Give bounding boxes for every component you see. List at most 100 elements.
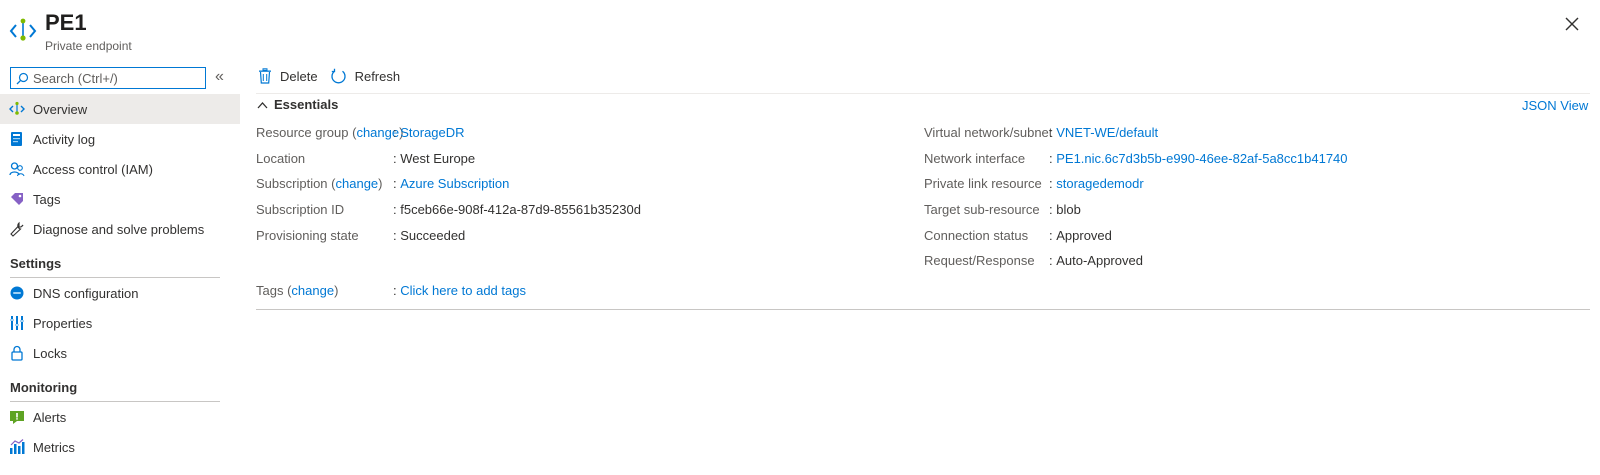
sidebar-item-locks[interactable]: Locks: [0, 338, 240, 368]
prop-label: Subscription ID: [256, 202, 345, 217]
colon: :: [393, 125, 401, 140]
colon: :: [393, 228, 401, 243]
sidebar-item-label: Overview: [33, 101, 88, 117]
prop-label: Network interface: [924, 151, 1026, 166]
subscription-link[interactable]: Azure Subscription: [400, 176, 509, 191]
change-paren-open: (: [348, 125, 357, 140]
network-interface-link[interactable]: PE1.nic.6c7d3b5b-e990-46ee-82af-5a8cc1b4…: [1056, 151, 1347, 166]
request-response-value: Auto-Approved: [1056, 253, 1143, 268]
change-paren-open: (: [283, 283, 292, 298]
resource-group-link[interactable]: StorageDR: [400, 125, 464, 140]
sidebar-item-label: Locks: [33, 345, 67, 361]
colon: :: [393, 283, 401, 298]
blade-header: PE1 Private endpoint: [0, 0, 1600, 60]
collapse-sidebar-icon[interactable]: «: [215, 68, 224, 86]
colon: :: [1049, 176, 1057, 191]
delete-button[interactable]: Delete: [258, 68, 318, 84]
refresh-label: Refresh: [354, 68, 401, 84]
change-paren-open: (: [327, 176, 336, 191]
colon: :: [1049, 253, 1057, 268]
command-bar: Delete Refresh: [258, 64, 412, 88]
sidebar-item-label: Activity log: [33, 131, 96, 147]
page-title: PE1: [45, 10, 87, 35]
sidebar-item-access-control[interactable]: Access control (IAM): [0, 154, 240, 184]
colon: :: [393, 151, 401, 166]
json-view-link[interactable]: JSON View: [1522, 98, 1588, 113]
change-subscription-link[interactable]: change: [336, 176, 379, 191]
search-input[interactable]: [33, 70, 203, 86]
subscription-id-value: f5ceb66e-908f-412a-87d9-85561b35230d: [400, 202, 641, 217]
dns-icon: [9, 285, 25, 301]
search-box[interactable]: [10, 67, 206, 89]
prop-value-target-sub-resource: : blob: [1049, 202, 1081, 217]
connection-status-value: Approved: [1056, 228, 1112, 243]
prop-virtual-network: Virtual network/subnet: [924, 125, 1052, 140]
properties-icon: [9, 315, 25, 331]
sidebar-item-dns-configuration[interactable]: DNS configuration: [0, 278, 240, 308]
prop-tags: Tags (change): [256, 283, 338, 298]
change-paren-close: ): [378, 176, 383, 191]
prop-label: Resource group: [256, 125, 349, 140]
access-control-icon: [9, 161, 25, 177]
prop-value-subscription-id: : f5ceb66e-908f-412a-87d9-85561b35230d: [393, 202, 641, 217]
toolbar-divider: [256, 93, 1590, 94]
colon: :: [1049, 202, 1057, 217]
prop-value-virtual-network: : VNET-WE/default: [1049, 125, 1158, 140]
prop-label: Location: [256, 151, 306, 166]
prop-value-request-response: : Auto-Approved: [1049, 253, 1143, 268]
sidebar-item-overview[interactable]: Overview: [0, 94, 240, 124]
prop-request-response: Request/Response: [924, 253, 1035, 268]
prop-value-location: : West Europe: [393, 151, 475, 166]
colon: :: [393, 176, 401, 191]
prop-value-private-link-resource: : storagedemodr: [1049, 176, 1144, 191]
sidebar-item-properties[interactable]: Properties: [0, 308, 240, 338]
overview-icon: [9, 101, 25, 117]
essentials-toggle[interactable]: Essentials: [257, 97, 338, 112]
close-icon[interactable]: [1562, 14, 1582, 34]
section-heading-monitoring: Monitoring: [10, 380, 78, 395]
colon: :: [1049, 228, 1057, 243]
prop-label: Target sub-resource: [924, 202, 1040, 217]
target-sub-resource-value: blob: [1056, 202, 1081, 217]
prop-label: Connection status: [924, 228, 1029, 243]
sidebar-item-alerts[interactable]: Alerts: [0, 402, 240, 432]
prop-subscription-id: Subscription ID: [256, 202, 344, 217]
prop-target-sub-resource: Target sub-resource: [924, 202, 1040, 217]
sidebar-item-metrics[interactable]: Metrics: [0, 432, 240, 462]
virtual-network-link[interactable]: VNET-WE/default: [1056, 125, 1158, 140]
sidebar-item-activity-log[interactable]: Activity log: [0, 124, 240, 154]
wrench-icon: [9, 221, 25, 237]
essentials-label: Essentials: [274, 97, 339, 112]
prop-network-interface: Network interface: [924, 151, 1025, 166]
private-endpoint-icon: [9, 18, 37, 41]
add-tags-link[interactable]: Click here to add tags: [400, 283, 526, 298]
refresh-icon: [330, 68, 346, 83]
sidebar-item-diagnose[interactable]: Diagnose and solve problems: [0, 214, 240, 244]
location-value: West Europe: [400, 151, 476, 166]
prop-value-network-interface: : PE1.nic.6c7d3b5b-e990-46ee-82af-5a8cc1…: [1049, 151, 1348, 166]
sidebar-item-label: Metrics: [33, 439, 75, 455]
prop-location: Location: [256, 151, 305, 166]
change-tags-link[interactable]: change: [291, 283, 334, 298]
prop-connection-status: Connection status: [924, 228, 1028, 243]
prop-value-resource-group: : StorageDR: [393, 125, 465, 140]
prop-label: Private link resource: [924, 176, 1042, 191]
private-link-resource-link[interactable]: storagedemodr: [1056, 176, 1143, 191]
sidebar-item-tags[interactable]: Tags: [0, 184, 240, 214]
section-heading-settings: Settings: [10, 256, 62, 271]
refresh-button[interactable]: Refresh: [330, 68, 401, 85]
prop-label: Tags: [256, 283, 284, 298]
sidebar-item-label: Tags: [33, 191, 61, 207]
prop-subscription: Subscription (change): [256, 176, 383, 191]
prop-resource-group: Resource group (change): [256, 125, 403, 140]
sidebar: « Overview Activity log: [0, 62, 240, 475]
lock-icon: [9, 345, 25, 361]
chevron-up-icon: [257, 101, 268, 108]
colon: :: [393, 202, 401, 217]
essentials-divider: [256, 309, 1590, 310]
trash-icon: [259, 68, 271, 84]
sidebar-item-label: Access control (IAM): [33, 161, 153, 177]
search-icon: [16, 72, 29, 84]
prop-value-tags: : Click here to add tags: [393, 283, 526, 298]
prop-private-link-resource: Private link resource: [924, 176, 1042, 191]
